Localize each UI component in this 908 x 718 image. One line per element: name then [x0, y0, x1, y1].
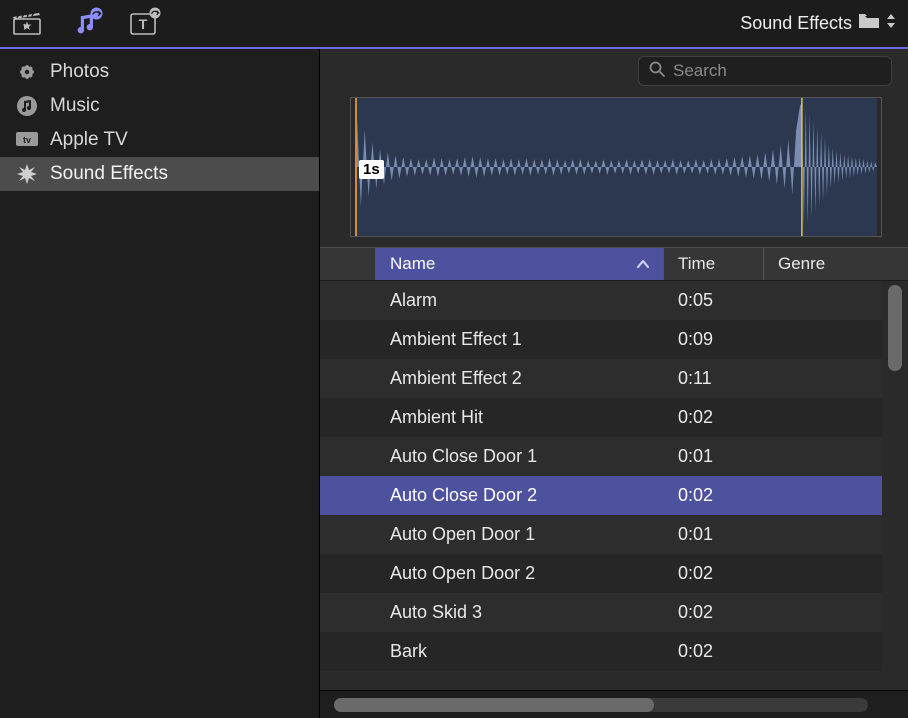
svg-text:T: T	[139, 16, 148, 32]
table-row[interactable]: Ambient Hit0:02	[320, 398, 882, 437]
cell-time: 0:02	[664, 641, 764, 662]
content-pane: 1s Name Time Genre Alarm0:05A	[320, 49, 908, 718]
cell-time: 0:01	[664, 446, 764, 467]
photos-icon	[14, 61, 40, 83]
cell-time: 0:01	[664, 524, 764, 545]
sidebar-item-music[interactable]: Music	[0, 89, 319, 123]
toolbar: ★ T Sound Effects	[0, 0, 908, 49]
column-spacer	[320, 248, 376, 280]
table-row[interactable]: Auto Close Door 20:02	[320, 476, 882, 515]
table-row[interactable]: Auto Close Door 10:01	[320, 437, 882, 476]
sidebar-item-label: Apple TV	[50, 129, 128, 151]
cell-name: Alarm	[376, 290, 664, 311]
table-body: Alarm0:05Ambient Effect 10:09Ambient Eff…	[320, 281, 908, 690]
sidebar-item-photos[interactable]: Photos	[0, 55, 319, 89]
cell-time: 0:09	[664, 329, 764, 350]
cell-name: Auto Close Door 1	[376, 446, 664, 467]
table-row[interactable]: Ambient Effect 20:11	[320, 359, 882, 398]
cell-name: Ambient Effect 1	[376, 329, 664, 350]
appletv-icon: tv	[14, 129, 40, 151]
titles-tab-icon[interactable]: T	[128, 10, 158, 38]
table-row[interactable]: Auto Skid 30:02	[320, 593, 882, 632]
search-icon	[649, 61, 665, 82]
cell-time: 0:02	[664, 563, 764, 584]
cell-time: 0:02	[664, 602, 764, 623]
folder-icon	[858, 13, 880, 34]
cell-name: Auto Open Door 2	[376, 563, 664, 584]
sidebar-item-label: Photos	[50, 61, 109, 83]
media-clapper-tab-icon[interactable]: ★	[12, 10, 42, 38]
cell-name: Ambient Hit	[376, 407, 664, 428]
cell-time: 0:11	[664, 368, 764, 389]
cell-name: Bark	[376, 641, 664, 662]
table-row[interactable]: Auto Open Door 20:02	[320, 554, 882, 593]
search-input[interactable]	[673, 61, 894, 81]
cell-time: 0:02	[664, 485, 764, 506]
svg-text:★: ★	[22, 19, 33, 33]
library-selector-label: Sound Effects	[740, 13, 852, 34]
cell-name: Ambient Effect 2	[376, 368, 664, 389]
horizontal-scrollbar-track[interactable]	[334, 698, 868, 712]
column-label: Name	[390, 254, 435, 274]
preview-time-label: 1s	[359, 160, 384, 179]
chevrons-updown-icon	[886, 13, 896, 34]
library-selector[interactable]: Sound Effects	[740, 13, 896, 34]
music-note-tab-icon[interactable]	[70, 10, 100, 38]
table-row[interactable]: Auto Open Door 10:01	[320, 515, 882, 554]
cell-time: 0:05	[664, 290, 764, 311]
sidebar-item-sound-effects[interactable]: Sound Effects	[0, 157, 319, 191]
bottom-bar	[320, 690, 908, 718]
sidebar-item-label: Music	[50, 95, 100, 117]
burst-icon	[14, 163, 40, 185]
search-field[interactable]	[638, 56, 892, 86]
column-label: Genre	[778, 254, 825, 274]
column-header-name[interactable]: Name	[376, 248, 664, 280]
cell-name: Auto Close Door 2	[376, 485, 664, 506]
table-row[interactable]: Ambient Effect 10:09	[320, 320, 882, 359]
sort-asc-icon	[637, 254, 649, 274]
table-row[interactable]: Bark0:02	[320, 632, 882, 671]
sidebar-item-label: Sound Effects	[50, 163, 168, 185]
cell-name: Auto Open Door 1	[376, 524, 664, 545]
cell-time: 0:02	[664, 407, 764, 428]
horizontal-scrollbar-thumb[interactable]	[334, 698, 654, 712]
table-header: Name Time Genre	[320, 247, 908, 281]
waveform-preview[interactable]: 1s	[350, 97, 882, 237]
cell-name: Auto Skid 3	[376, 602, 664, 623]
column-header-time[interactable]: Time	[664, 248, 764, 280]
music-icon	[14, 95, 40, 117]
sidebar-item-appletv[interactable]: tv Apple TV	[0, 123, 319, 157]
svg-text:tv: tv	[23, 135, 31, 145]
column-header-genre[interactable]: Genre	[764, 248, 882, 280]
column-label: Time	[678, 254, 715, 274]
sidebar: Photos Music tv Apple TV	[0, 49, 320, 718]
table-row[interactable]: Alarm0:05	[320, 281, 882, 320]
vertical-scrollbar[interactable]	[888, 285, 902, 371]
